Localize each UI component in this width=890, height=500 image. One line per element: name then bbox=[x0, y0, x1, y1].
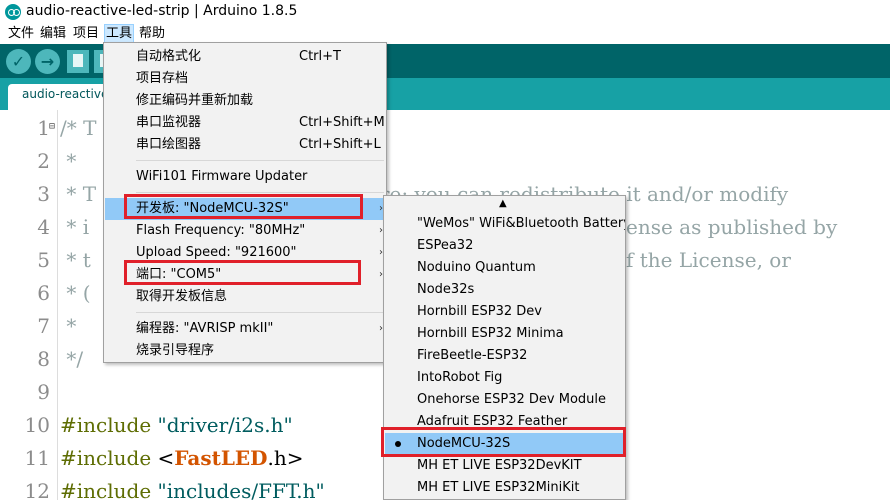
code-line-tail: ense as published by bbox=[626, 215, 838, 239]
line-number: 12 bbox=[24, 479, 50, 500]
menu-bar: 文件 编辑 项目 工具 帮助 bbox=[0, 24, 890, 44]
menu-file[interactable]: 文件 bbox=[7, 24, 35, 44]
board-option[interactable]: Node32s bbox=[385, 279, 624, 301]
scroll-up-arrow-icon[interactable]: ▲ bbox=[499, 198, 507, 209]
menu-separator bbox=[136, 192, 384, 193]
title-bar: audio-reactive-led-strip | Arduino 1.8.5 bbox=[0, 0, 890, 24]
code-line: #include "driver/i2s.h" bbox=[60, 409, 293, 442]
string-literal: "includes/FFT.h" bbox=[151, 479, 325, 500]
menu-item-flash-frequency[interactable]: Flash Frequency: "80MHz" › bbox=[105, 220, 385, 242]
code-line: * bbox=[60, 149, 77, 173]
board-option[interactable]: Hornbill ESP32 Minima bbox=[385, 323, 624, 345]
menu-item-board-info[interactable]: 取得开发板信息 bbox=[105, 286, 385, 308]
code-line: /* T bbox=[60, 116, 97, 140]
keyword: #include bbox=[60, 446, 152, 470]
menu-item-label: 修正编码并重新加载 bbox=[136, 93, 254, 108]
code-token: < bbox=[151, 446, 175, 470]
annotation-box-board bbox=[124, 194, 363, 219]
board-option[interactable]: FireBeetle-ESP32 bbox=[385, 345, 624, 367]
shortcut-label: Ctrl+T bbox=[299, 49, 341, 64]
code-token: .h> bbox=[267, 446, 304, 470]
line-number: 1 bbox=[37, 116, 50, 140]
fold-icon[interactable]: ⊟ bbox=[49, 121, 55, 132]
menu-item-label: 烧录引导程序 bbox=[136, 343, 215, 358]
menu-separator bbox=[136, 160, 384, 161]
code-line: * i bbox=[60, 215, 90, 239]
menu-item-label: 串口监视器 bbox=[136, 115, 202, 130]
menu-item-label: 取得开发板信息 bbox=[136, 289, 228, 304]
board-option[interactable]: Hornbill ESP32 Dev bbox=[385, 301, 624, 323]
verify-button[interactable]: ✓ bbox=[6, 49, 31, 74]
menu-item-label: 项目存档 bbox=[136, 71, 189, 86]
shortcut-label: Ctrl+Shift+L bbox=[299, 137, 381, 152]
open-sketch-button[interactable] bbox=[94, 50, 110, 73]
menu-item-programmer[interactable]: 编程器: "AVRISP mkII" › bbox=[105, 318, 385, 340]
menu-help[interactable]: 帮助 bbox=[138, 24, 166, 44]
line-number: 3 bbox=[37, 182, 50, 206]
line-number: 9 bbox=[37, 380, 50, 404]
menu-item-fix-encoding[interactable]: 修正编码并重新加载 bbox=[105, 90, 385, 112]
menu-item-archive-sketch[interactable]: 项目存档 bbox=[105, 68, 385, 90]
menu-item-label: Upload Speed: "921600" bbox=[136, 245, 297, 260]
annotation-box-port bbox=[124, 260, 361, 285]
arduino-logo-icon bbox=[5, 4, 21, 20]
code-line: * T bbox=[60, 182, 97, 206]
menu-tools[interactable]: 工具 bbox=[104, 24, 135, 44]
menu-item-label: 自动格式化 bbox=[136, 49, 202, 64]
menu-item-label: 编程器: "AVRISP mkII" bbox=[136, 321, 274, 336]
code-line: #include "includes/FFT.h" bbox=[60, 475, 325, 500]
string-literal: "driver/i2s.h" bbox=[151, 413, 293, 437]
menu-separator bbox=[136, 312, 384, 313]
tab-sketch[interactable]: audio-reactive-led-strip bbox=[8, 84, 108, 110]
code-line: * ( bbox=[60, 281, 91, 305]
line-number: 10 bbox=[24, 413, 50, 437]
upload-button[interactable]: → bbox=[35, 49, 60, 74]
line-number: 11 bbox=[24, 446, 50, 470]
code-line: * t bbox=[60, 248, 91, 272]
code-line-tail: f the License, or bbox=[626, 248, 791, 272]
line-number: 6 bbox=[37, 281, 50, 305]
new-sketch-button[interactable] bbox=[67, 50, 89, 73]
menu-item-serial-plotter[interactable]: 串口绘图器 Ctrl+Shift+L bbox=[105, 134, 385, 156]
menu-edit[interactable]: 编辑 bbox=[39, 24, 67, 44]
board-option[interactable]: MH ET LIVE ESP32MiniKit bbox=[385, 477, 624, 499]
menu-item-auto-format[interactable]: 自动格式化 Ctrl+T bbox=[105, 46, 385, 68]
library-name: FastLED bbox=[174, 446, 268, 470]
board-option[interactable]: Onehorse ESP32 Dev Module bbox=[385, 389, 624, 411]
board-option[interactable]: Noduino Quantum bbox=[385, 257, 624, 279]
menu-item-burn-bootloader[interactable]: 烧录引导程序 bbox=[105, 340, 385, 362]
board-option[interactable]: MH ET LIVE ESP32DevKIT bbox=[385, 455, 624, 477]
menu-item-serial-monitor[interactable]: 串口监视器 Ctrl+Shift+M bbox=[105, 112, 385, 134]
board-option[interactable]: ESPea32 bbox=[385, 235, 624, 257]
keyword: #include bbox=[60, 479, 152, 500]
board-option[interactable]: IntoRobot Fig bbox=[385, 367, 624, 389]
code-line: #include <FastLED.h> bbox=[60, 442, 304, 475]
line-number: 2 bbox=[37, 149, 50, 173]
shortcut-label: Ctrl+Shift+M bbox=[299, 115, 385, 130]
code-line: */ bbox=[60, 347, 84, 371]
line-number: 5 bbox=[37, 248, 50, 272]
keyword: #include bbox=[60, 413, 152, 437]
menu-sketch[interactable]: 项目 bbox=[72, 24, 100, 44]
code-line: * bbox=[60, 314, 77, 338]
check-icon: ✓ bbox=[11, 52, 26, 71]
window-title: audio-reactive-led-strip | Arduino 1.8.5 bbox=[26, 3, 298, 19]
menu-item-label: WiFi101 Firmware Updater bbox=[136, 169, 308, 184]
board-option[interactable]: "WeMos" WiFi&Bluetooth Battery bbox=[385, 213, 625, 235]
annotation-box-nodemcu bbox=[381, 427, 626, 457]
menu-item-wifi101-updater[interactable]: WiFi101 Firmware Updater bbox=[105, 166, 385, 188]
line-gutter: 1 ⊟ 2 3 4 5 6 7 8 9 10 11 12 bbox=[0, 110, 58, 500]
menu-item-label: 串口绘图器 bbox=[136, 137, 202, 152]
menu-item-label: Flash Frequency: "80MHz" bbox=[136, 223, 306, 238]
line-number: 7 bbox=[37, 314, 50, 338]
arrow-right-icon: → bbox=[40, 52, 55, 71]
line-number: 8 bbox=[37, 347, 50, 371]
line-number: 4 bbox=[37, 215, 50, 239]
